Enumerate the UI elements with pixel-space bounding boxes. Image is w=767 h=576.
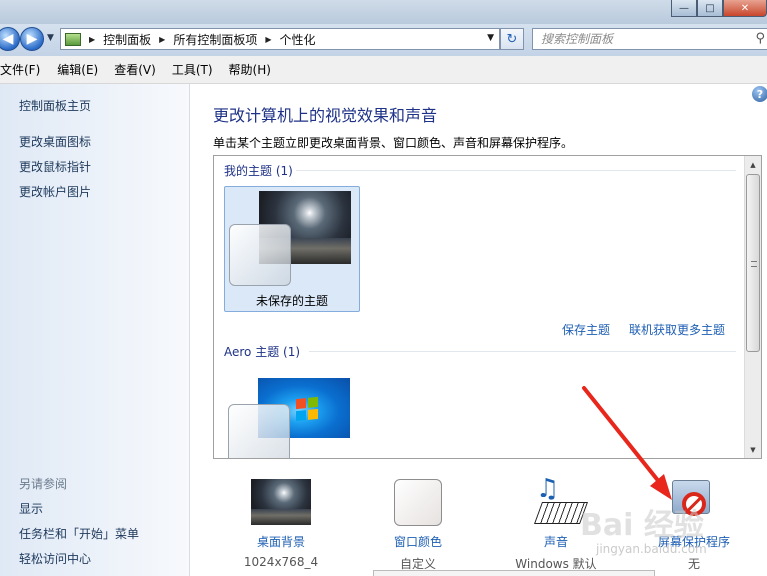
baidu-watermark: Bai 经验 xyxy=(580,508,704,543)
annotation-arrow xyxy=(582,386,672,500)
baidu-watermark-url: jingyan.baidu.com xyxy=(596,542,707,556)
status-strip xyxy=(373,570,655,576)
